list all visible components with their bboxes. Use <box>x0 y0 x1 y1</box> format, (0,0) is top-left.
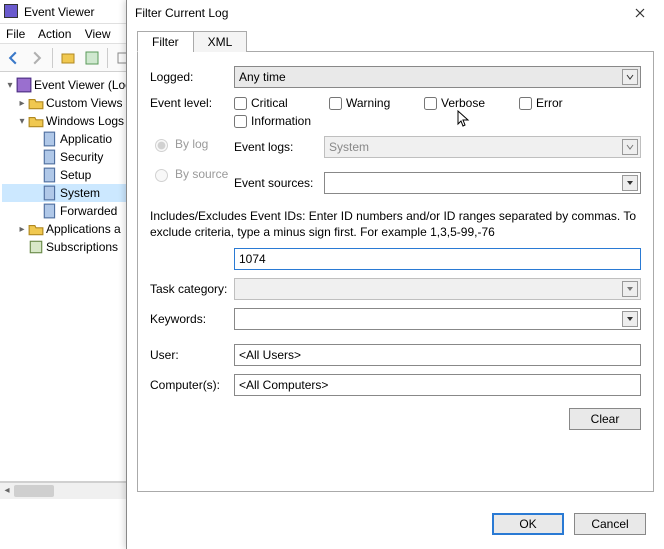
critical-checkbox[interactable] <box>234 97 247 110</box>
chevron-down-icon <box>622 311 638 327</box>
scroll-thumb[interactable] <box>14 485 54 497</box>
keywords-combo[interactable] <box>234 308 641 330</box>
error-checkbox[interactable] <box>519 97 532 110</box>
cancel-button[interactable]: Cancel <box>574 513 646 535</box>
close-icon <box>635 8 645 18</box>
menu-view[interactable]: View <box>85 27 111 41</box>
event-level-label: Event level: <box>150 96 234 110</box>
filter-dialog: Filter Current Log Filter XML Logged: An… <box>126 0 664 549</box>
dialog-title-text: Filter Current Log <box>135 6 624 20</box>
log-icon <box>42 203 58 219</box>
subscriptions-icon <box>28 239 44 255</box>
tree-label: Applicatio <box>60 132 112 146</box>
tree-label: System <box>60 186 100 200</box>
radio-by-log: By log <box>150 136 234 152</box>
log-icon <box>42 131 58 147</box>
folder-icon <box>28 113 44 129</box>
computers-input[interactable] <box>234 374 641 396</box>
event-sources-label: Event sources: <box>234 176 324 190</box>
chevron-down-icon <box>622 175 638 191</box>
by-log-radio <box>155 139 168 152</box>
toolbar-btn-1[interactable] <box>57 47 79 69</box>
event-ids-hint: Includes/Excludes Event IDs: Enter ID nu… <box>150 208 641 240</box>
dialog-titlebar: Filter Current Log <box>127 0 664 26</box>
chevron-down-icon <box>622 281 638 297</box>
chevron-right-icon[interactable]: ▸ <box>16 98 28 109</box>
information-checkbox[interactable] <box>234 115 247 128</box>
dialog-buttons: OK Cancel <box>492 513 646 535</box>
clear-button[interactable]: Clear <box>569 408 641 430</box>
log-icon <box>42 149 58 165</box>
task-category-label: Task category: <box>150 282 234 296</box>
tab-filter[interactable]: Filter <box>137 31 194 52</box>
app-icon <box>4 4 18 18</box>
verbose-checkbox[interactable] <box>424 97 437 110</box>
chevron-down-icon <box>622 139 638 155</box>
log-icon <box>42 167 58 183</box>
tree-label: Security <box>60 150 103 164</box>
folder-icon <box>28 221 44 237</box>
chevron-down-icon[interactable]: ▾ <box>16 116 28 127</box>
forward-button[interactable] <box>26 47 48 69</box>
folder-icon <box>28 95 44 111</box>
logged-label: Logged: <box>150 70 234 84</box>
logged-value: Any time <box>239 70 286 84</box>
log-icon <box>42 185 58 201</box>
tree-label: Setup <box>60 168 91 182</box>
event-logs-label: Event logs: <box>234 140 324 154</box>
event-sources-combo[interactable] <box>324 172 641 194</box>
eventviewer-icon <box>16 77 32 93</box>
check-critical[interactable]: Critical <box>234 96 329 110</box>
close-button[interactable] <box>624 3 656 23</box>
tree-label: Forwarded <box>60 204 117 218</box>
logged-combo[interactable]: Any time <box>234 66 641 88</box>
user-input[interactable] <box>234 344 641 366</box>
check-warning[interactable]: Warning <box>329 96 424 110</box>
check-verbose[interactable]: Verbose <box>424 96 519 110</box>
task-category-combo <box>234 278 641 300</box>
event-level-checks: Critical Warning Verbose Error Informati… <box>234 96 641 128</box>
tabstrip: Filter XML <box>137 30 654 52</box>
ok-button[interactable]: OK <box>492 513 564 535</box>
chevron-right-icon[interactable]: ▸ <box>16 224 28 235</box>
tree-label: Subscriptions <box>46 240 118 254</box>
radio-by-source: By source <box>150 166 234 182</box>
tree-label: Applications a <box>46 222 121 236</box>
app-title-text: Event Viewer <box>24 5 94 19</box>
menu-file[interactable]: File <box>6 27 25 41</box>
event-logs-combo: System <box>324 136 641 158</box>
event-ids-input[interactable] <box>234 248 641 270</box>
tree-label: Custom Views <box>46 96 122 110</box>
scroll-left-icon[interactable]: ◂ <box>0 483 14 499</box>
warning-checkbox[interactable] <box>329 97 342 110</box>
toolbar-btn-2[interactable] <box>81 47 103 69</box>
check-error[interactable]: Error <box>519 96 614 110</box>
by-source-radio <box>155 169 168 182</box>
keywords-label: Keywords: <box>150 312 234 326</box>
tab-xml[interactable]: XML <box>193 31 248 52</box>
computers-label: Computer(s): <box>150 378 234 392</box>
tree-root-label: Event Viewer (Loc <box>34 78 131 92</box>
user-label: User: <box>150 348 234 362</box>
chevron-down-icon[interactable]: ▾ <box>4 80 16 91</box>
tree-label: Windows Logs <box>46 114 124 128</box>
check-information[interactable]: Information <box>234 114 354 128</box>
source-radios: By log By source <box>150 136 234 182</box>
chevron-down-icon <box>622 69 638 85</box>
back-button[interactable] <box>2 47 24 69</box>
event-logs-value: System <box>329 140 369 154</box>
menu-action[interactable]: Action <box>38 27 71 41</box>
filter-tabpane: Logged: Any time Event level: Critical W… <box>137 52 654 492</box>
